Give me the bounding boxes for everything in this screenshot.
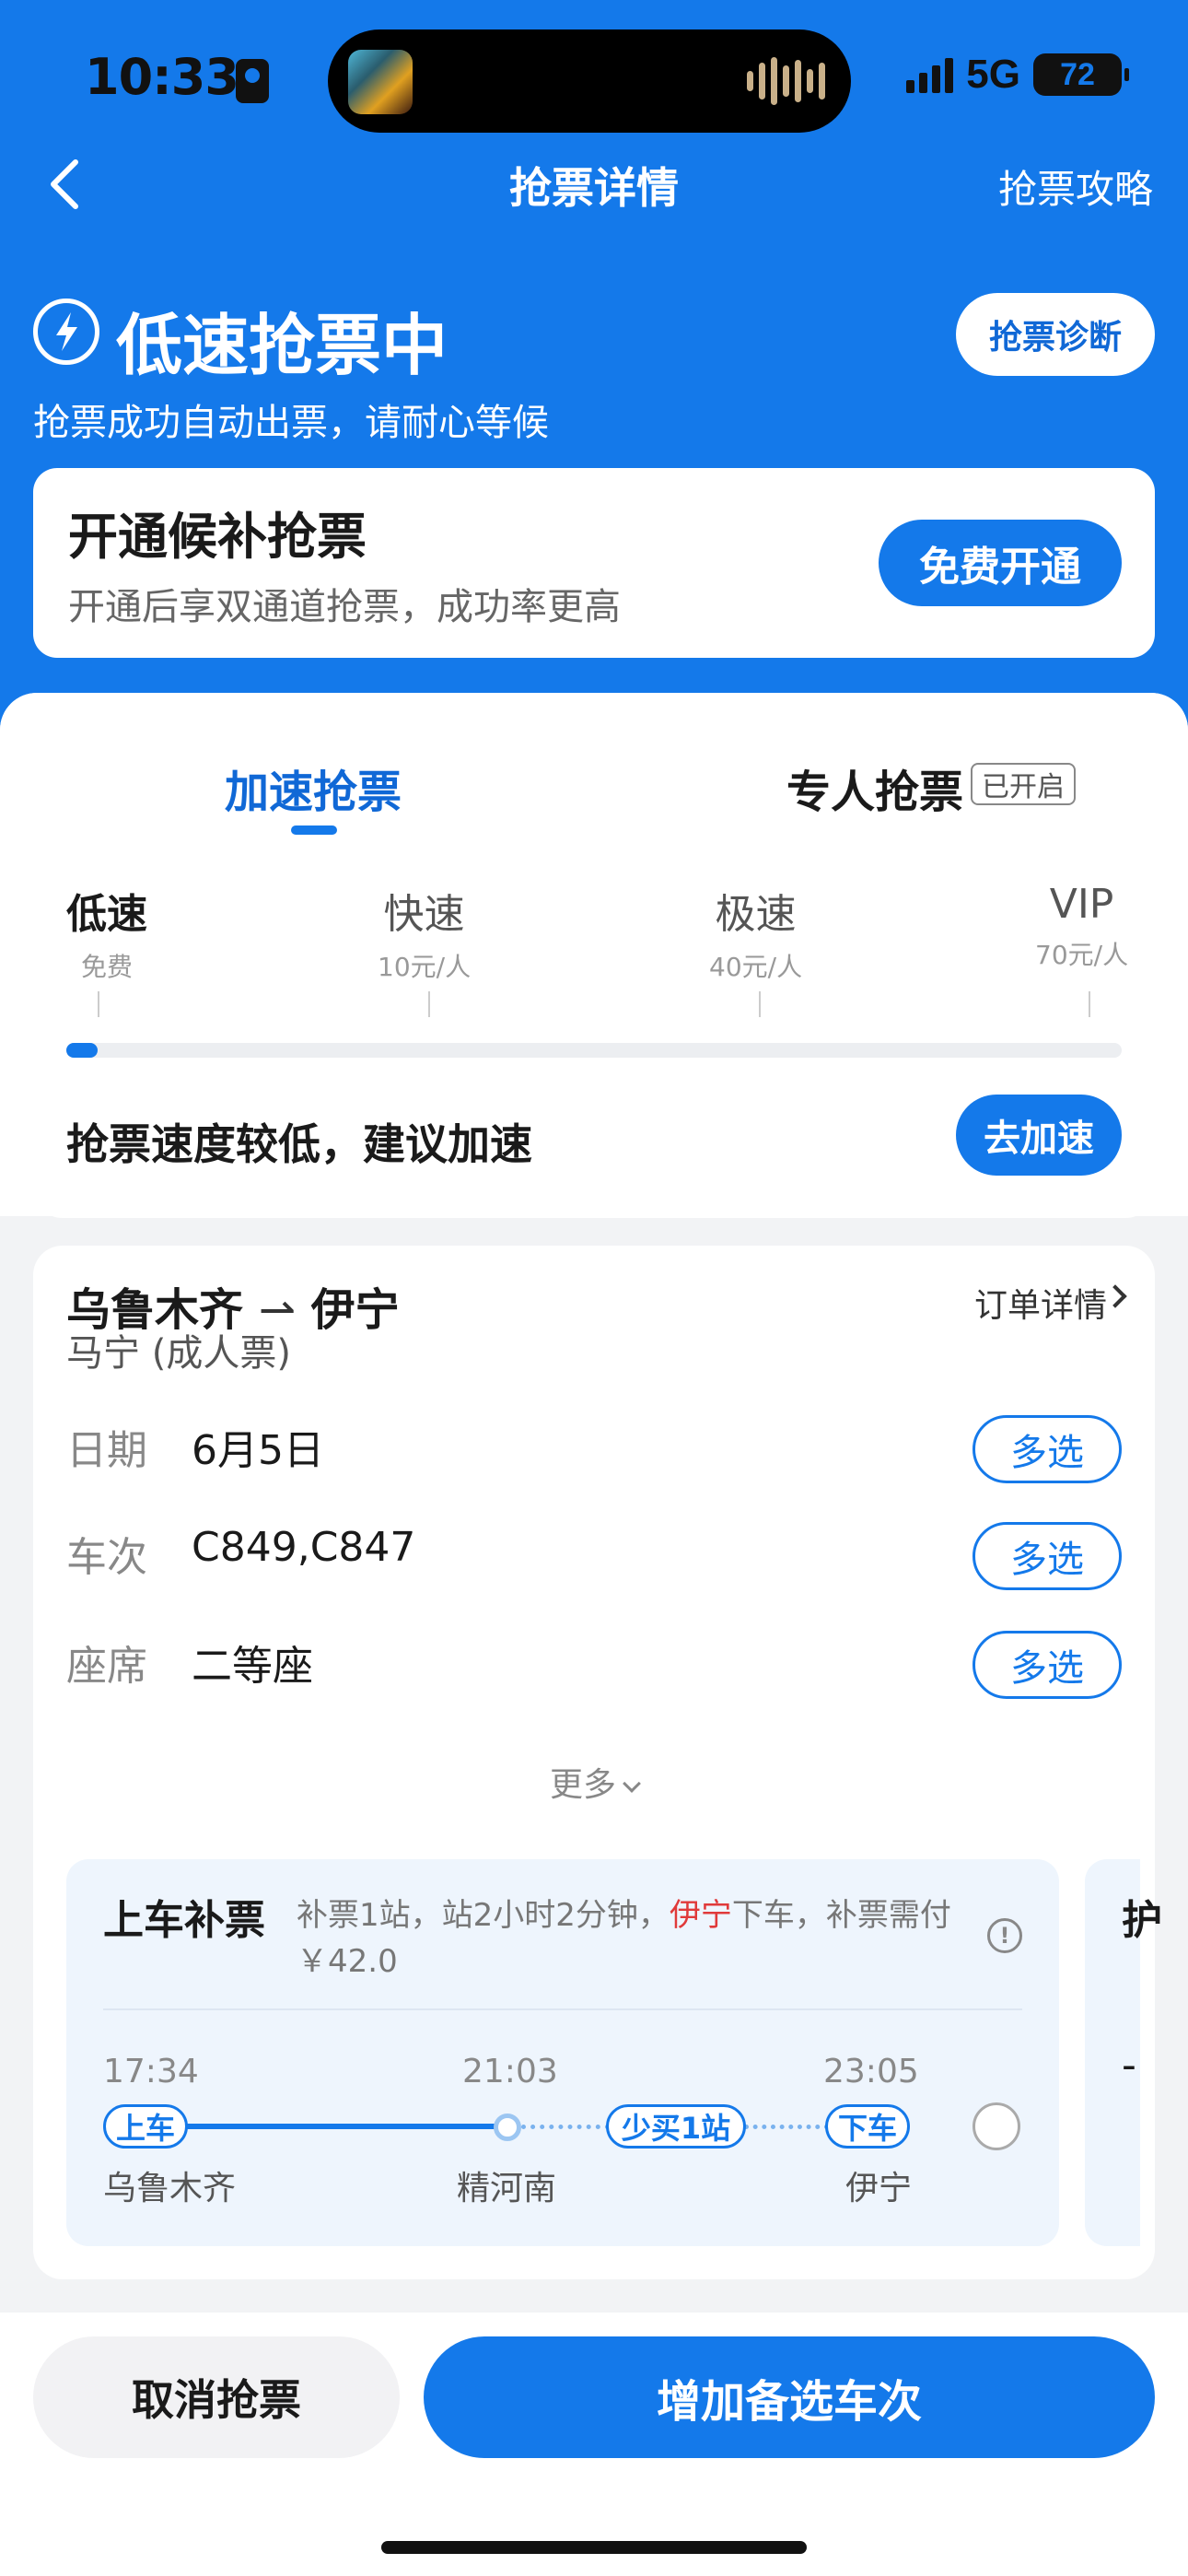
- option-desc-station: 伊宁: [669, 1897, 732, 1934]
- arrive-time: 23:05: [823, 2053, 919, 2090]
- tier-name: 极速: [715, 891, 797, 938]
- tier-name: VIP: [1049, 881, 1114, 928]
- seat-label: 座席: [66, 1643, 147, 1690]
- train-multi-select-button[interactable]: 多选: [973, 1522, 1122, 1590]
- contact-card-icon: [236, 59, 269, 103]
- alight-tag: 下车: [825, 2104, 910, 2149]
- status-subtitle: 抢票成功自动出票，请耐心等候: [33, 402, 549, 444]
- station-to: 伊宁: [845, 2170, 913, 2207]
- tier-extreme[interactable]: 极速 40元/人: [709, 881, 802, 984]
- tier-tick: [428, 991, 430, 1017]
- promo-title: 开通候补抢票: [68, 508, 367, 566]
- mid-station-dot: [494, 2113, 521, 2141]
- status-indicators: 5G 72: [906, 52, 1129, 98]
- station-from: 乌鲁木齐: [103, 2170, 237, 2207]
- passenger: 马宁 (成人票): [66, 1332, 291, 1375]
- mid-time: 21:03: [462, 2053, 558, 2090]
- date-multi-select-button[interactable]: 多选: [973, 1415, 1122, 1483]
- date-value: 6月5日: [192, 1427, 324, 1474]
- tier-fast[interactable]: 快速 10元/人: [378, 881, 471, 984]
- tier-price: 10元/人: [378, 952, 472, 982]
- tier-name: 低速: [66, 891, 147, 938]
- add-alternative-train-button[interactable]: 增加备选车次: [424, 2336, 1155, 2458]
- speed-hint: 抢票速度较低，建议加速: [66, 1119, 532, 1169]
- tab-personal[interactable]: 专人抢票: [786, 755, 963, 820]
- info-icon[interactable]: !: [987, 1918, 1022, 1953]
- option-radio[interactable]: [973, 2102, 1020, 2150]
- home-indicator[interactable]: [381, 2541, 807, 2554]
- route-line-ridden: [184, 2124, 505, 2129]
- route-line-extra: [744, 2125, 829, 2129]
- cancel-grab-button[interactable]: 取消抢票: [33, 2336, 400, 2458]
- signal-icon: [906, 56, 954, 93]
- train-label: 车次: [66, 1534, 147, 1581]
- next-option-dash: -: [1122, 2042, 1136, 2089]
- more-toggle[interactable]: 更多: [0, 1758, 1188, 1806]
- album-art: [348, 50, 413, 114]
- chevron-down-icon: [623, 1774, 641, 1793]
- waitlist-promo-card: 开通候补抢票 开通后享双通道抢票，成功率更高 免费开通: [33, 468, 1155, 658]
- tab-speed-up[interactable]: 加速抢票: [225, 755, 402, 820]
- network-label: 5G: [966, 52, 1020, 97]
- route-line-extra: [521, 2125, 610, 2129]
- battery-icon: 72: [1033, 53, 1129, 96]
- status-time: 10:33: [85, 48, 239, 106]
- diagnose-button[interactable]: 抢票诊断: [956, 293, 1155, 376]
- seat-multi-select-button[interactable]: 多选: [973, 1631, 1122, 1699]
- next-option-title: 护: [1122, 1897, 1162, 1944]
- train-value: C849,C847: [192, 1524, 416, 1571]
- station-mid: 精河南: [457, 2170, 557, 2207]
- option-desc-part: 补票1站，站2小时2分钟，: [297, 1897, 670, 1934]
- depart-time: 17:34: [103, 2053, 199, 2090]
- route-to: 伊宁: [310, 1284, 400, 1336]
- date-label: 日期: [66, 1427, 147, 1474]
- tier-vip[interactable]: VIP 70元/人: [1035, 881, 1128, 972]
- tier-price: 40元/人: [709, 952, 803, 982]
- speed-up-button[interactable]: 去加速: [956, 1095, 1122, 1176]
- extra-stop-tag: 少买1站: [606, 2104, 746, 2149]
- order-detail-link[interactable]: 订单详情: [974, 1279, 1107, 1327]
- lightning-icon: [33, 299, 99, 365]
- board-tag: 上车: [103, 2104, 188, 2149]
- dynamic-island: [328, 29, 851, 133]
- tier-tick: [759, 991, 761, 1017]
- speed-slider-fill: [66, 1043, 99, 1058]
- promo-subtitle: 开通后享双通道抢票，成功率更高: [68, 586, 621, 628]
- option-description: 补票1站，站2小时2分钟，伊宁下车，补票需付￥42.0: [297, 1892, 960, 1985]
- free-activate-button[interactable]: 免费开通: [879, 520, 1122, 606]
- tier-price: 70元/人: [1035, 940, 1129, 970]
- tier-tick: [1089, 991, 1090, 1017]
- enabled-badge: 已开启: [971, 763, 1076, 805]
- audio-wave-icon: [747, 55, 825, 107]
- tier-price: 免费: [80, 952, 133, 982]
- option-title: 上车补票: [103, 1897, 265, 1944]
- status-title: 低速抢票中: [116, 307, 448, 384]
- tier-low[interactable]: 低速 免费: [66, 881, 147, 984]
- tier-name: 快速: [383, 891, 465, 938]
- divider: [103, 2008, 1022, 2010]
- guide-link[interactable]: 抢票攻略: [998, 158, 1153, 215]
- tab-indicator: [291, 825, 337, 835]
- seat-value: 二等座: [192, 1643, 313, 1690]
- tier-tick: [98, 991, 99, 1017]
- more-label: 更多: [549, 1766, 616, 1804]
- speed-slider[interactable]: [66, 1043, 1122, 1058]
